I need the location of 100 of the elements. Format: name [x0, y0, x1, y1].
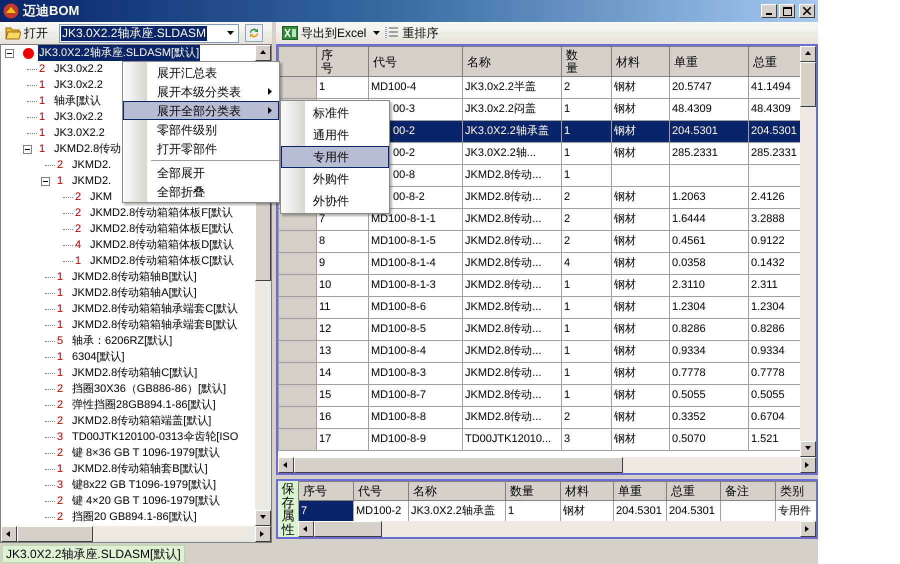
table-row[interactable]: 16 MD100-8-8 JKMD2.8传动... 2 钢材 0.3352 0.6704	[278, 406, 800, 428]
close-button[interactable]	[799, 4, 815, 18]
table-cell[interactable]	[720, 500, 776, 521]
tree-item[interactable]: 键8x22 GB T1096-1979[默认]	[71, 476, 218, 494]
save-properties-button[interactable]: 保存属性	[278, 481, 298, 537]
table-row[interactable]: 15 MD100-8-7 JKMD2.8传动... 1 钢材 0.5055 0.5055	[278, 384, 800, 406]
tree-item[interactable]: JK3.0X2.2	[53, 124, 106, 142]
table-row[interactable]: 11 MD100-8-6 JKMD2.8传动... 1 钢材 1.2304 1.2304	[278, 296, 800, 318]
tree-item[interactable]: JKMD2.	[71, 156, 112, 174]
scrollbar[interactable]	[800, 46, 816, 457]
table-cell[interactable]: JK3.0X2.2轴承盖	[408, 500, 506, 521]
table-cell: 285.2331	[751, 147, 797, 160]
tree-item[interactable]: 弹性挡圈28GB894.1-86[默认]	[71, 396, 217, 414]
scrollbar-thumb[interactable]	[800, 62, 816, 108]
tree-item[interactable]: JK3.0x2.2	[53, 60, 104, 78]
table-cell[interactable]: 1	[506, 500, 560, 521]
table-cell[interactable]: 204.5301	[666, 500, 720, 521]
tree-item[interactable]: JKMD2.8传动箱轴C[默认]	[71, 364, 198, 382]
refresh-icon	[248, 27, 260, 39]
dropdown-arrow-icon[interactable]	[227, 31, 234, 35]
scroll-right-button[interactable]	[800, 521, 816, 537]
tree-item[interactable]: JK3.0X2.2轴承座.SLDASM[默认]	[38, 45, 200, 62]
quantity-text: 1	[39, 142, 46, 157]
tree-item[interactable]: JKMD2.8传动箱箱体板F[默认	[89, 204, 234, 222]
menu-item[interactable]: 展开汇总表	[123, 63, 279, 82]
scrollbar[interactable]	[278, 457, 816, 473]
tree-item[interactable]: 轴承[默认	[53, 92, 102, 110]
minimize-button[interactable]	[761, 4, 777, 18]
table-row[interactable]: 17 MD100-8-9 TD00JTK12010... 3 钢材 0.5070 1.521	[278, 428, 800, 450]
scroll-left-button[interactable]	[1, 526, 17, 542]
menu-item[interactable]: 专用件	[281, 146, 389, 168]
tree-item[interactable]: 键 8×36 GB T 1096-1979[默认	[71, 444, 221, 462]
tree-item[interactable]: JK3.0x2.2	[53, 108, 104, 126]
tree-item[interactable]: JKMD2.8传动箱箱轴承端套B[默认	[71, 316, 239, 334]
scroll-right-button[interactable]	[800, 457, 816, 473]
tree-item[interactable]: JKMD2.8传动箱轴套B[默认]	[71, 460, 209, 478]
scroll-down-button[interactable]	[800, 441, 816, 457]
tree-item[interactable]: JKMD2.8传动箱箱轴承端套C[默认	[71, 300, 240, 318]
table-cell: 0.5055	[672, 389, 706, 402]
scrollbar[interactable]	[1, 526, 271, 542]
scrollbar-thumb[interactable]	[294, 457, 623, 473]
scroll-right-button[interactable]	[255, 526, 271, 542]
tree-item[interactable]: 6304[默认]	[71, 348, 126, 366]
table-row[interactable]: 10 MD100-8-1-3 JKMD2.8传动... 1 钢材 2.3110 2.311	[278, 274, 800, 296]
table-cell[interactable]: 204.5301	[614, 500, 666, 521]
collapse-icon[interactable]	[41, 176, 50, 186]
table-cell[interactable]: 7	[298, 500, 354, 521]
tree-item[interactable]: JKMD2.8传动箱箱体板E[默认	[89, 220, 235, 238]
table-cell: 2	[564, 411, 570, 424]
column-header[interactable]: 序号	[298, 482, 354, 500]
tree-item[interactable]: 键 4×20 GB T 1096-1979[默认	[71, 492, 221, 510]
collapse-icon[interactable]	[23, 144, 32, 154]
tree-item[interactable]: JKMD2.8传动箱轴A[默认]	[71, 284, 198, 302]
table-cell[interactable]: 钢材	[560, 500, 614, 521]
scroll-left-button[interactable]	[298, 521, 314, 537]
menu-item[interactable]: 全部展开	[123, 163, 279, 182]
menu-item[interactable]: 全部折叠	[123, 182, 279, 201]
tree-item[interactable]: 挡圈20 GB894.1-86[默认]	[71, 508, 198, 526]
scroll-up-button[interactable]	[800, 46, 816, 62]
quantity-text: 2	[75, 222, 82, 237]
menu-item[interactable]: 零部件级别	[123, 120, 279, 139]
table-row[interactable]: 13 MD100-8-4 JKMD2.8传动... 1 钢材 0.9334 0.9334	[278, 340, 800, 362]
scroll-down-button[interactable]	[255, 510, 271, 526]
open-button[interactable]: 打开	[3, 23, 50, 43]
scroll-left-button[interactable]	[278, 457, 294, 473]
tree-item[interactable]: JKMD2.8传动箱轴B[默认]	[71, 268, 198, 286]
tree-item[interactable]: 轴承：6206RZ[默认]	[71, 332, 174, 350]
menu-item[interactable]: 展开全部分类表	[123, 101, 279, 120]
quantity-text: 1	[57, 302, 64, 317]
tree-item[interactable]: TD00JTK120100-0313伞齿轮[ISO	[71, 428, 240, 446]
scrollbar-thumb[interactable]	[314, 521, 382, 537]
table-row[interactable]: 8 MD100-8-1-5 JKMD2.8传动... 2 钢材 0.4561 0.9122	[278, 230, 800, 252]
export-button[interactable]: 导出到Excel	[282, 23, 366, 43]
tree-item[interactable]: JK3.0x2.2	[53, 76, 104, 94]
tree-item[interactable]: JKMD2.8传动箱箱端盖[默认]	[71, 412, 212, 430]
maximize-button[interactable]	[779, 4, 795, 18]
scrollbar-thumb[interactable]	[17, 526, 94, 542]
tree-item[interactable]: JKMD2.	[71, 172, 112, 190]
tree-item[interactable]: JKM	[89, 188, 113, 206]
scroll-up-button[interactable]	[255, 45, 271, 61]
menu-item[interactable]: 打开零部件	[123, 139, 279, 158]
table-cell[interactable]: MD100-2	[354, 500, 408, 521]
table-row[interactable]: 14 MD100-8-3 JKMD2.8传动... 1 钢材 0.7778 0.7778	[278, 362, 800, 384]
file-combo[interactable]: JK3.0X2.2轴承座.SLDASM	[59, 24, 239, 42]
table-row[interactable]: 7 MD100-8-1-1 JKMD2.8传动... 2 钢材 1.6444 3.2888	[278, 208, 800, 230]
tree-item[interactable]: JKMD2.8传动	[53, 140, 122, 158]
tree-item[interactable]: JKMD2.8传动箱箱体板C[默认	[89, 252, 236, 270]
column-header[interactable]: 名称	[408, 482, 506, 500]
table-cell[interactable]: 专用件	[776, 500, 816, 521]
tree-item[interactable]: JKMD2.8传动箱箱体板D[默认	[89, 236, 236, 254]
menu-item[interactable]: 展开本级分类表	[123, 82, 279, 101]
tree-item[interactable]: 挡圈30X36（GB886-86）[默认]	[71, 380, 228, 398]
table-row[interactable]: 1 MD100-4 JK3.0x2.2半盖 2 钢材 20.5747 41.1494	[278, 76, 800, 98]
row-header[interactable]	[278, 76, 316, 98]
reorder-button[interactable]: 重排序	[385, 23, 438, 43]
table-row[interactable]: 12 MD100-8-5 JKMD2.8传动... 1 钢材 0.8286 0.8286	[278, 318, 800, 340]
collapse-icon[interactable]	[5, 48, 14, 58]
scrollbar[interactable]	[298, 521, 816, 537]
dropdown-caret-icon[interactable]	[373, 31, 380, 35]
table-row[interactable]: 9 MD100-8-1-4 JKMD2.8传动... 4 钢材 0.0358 0.1432	[278, 252, 800, 274]
